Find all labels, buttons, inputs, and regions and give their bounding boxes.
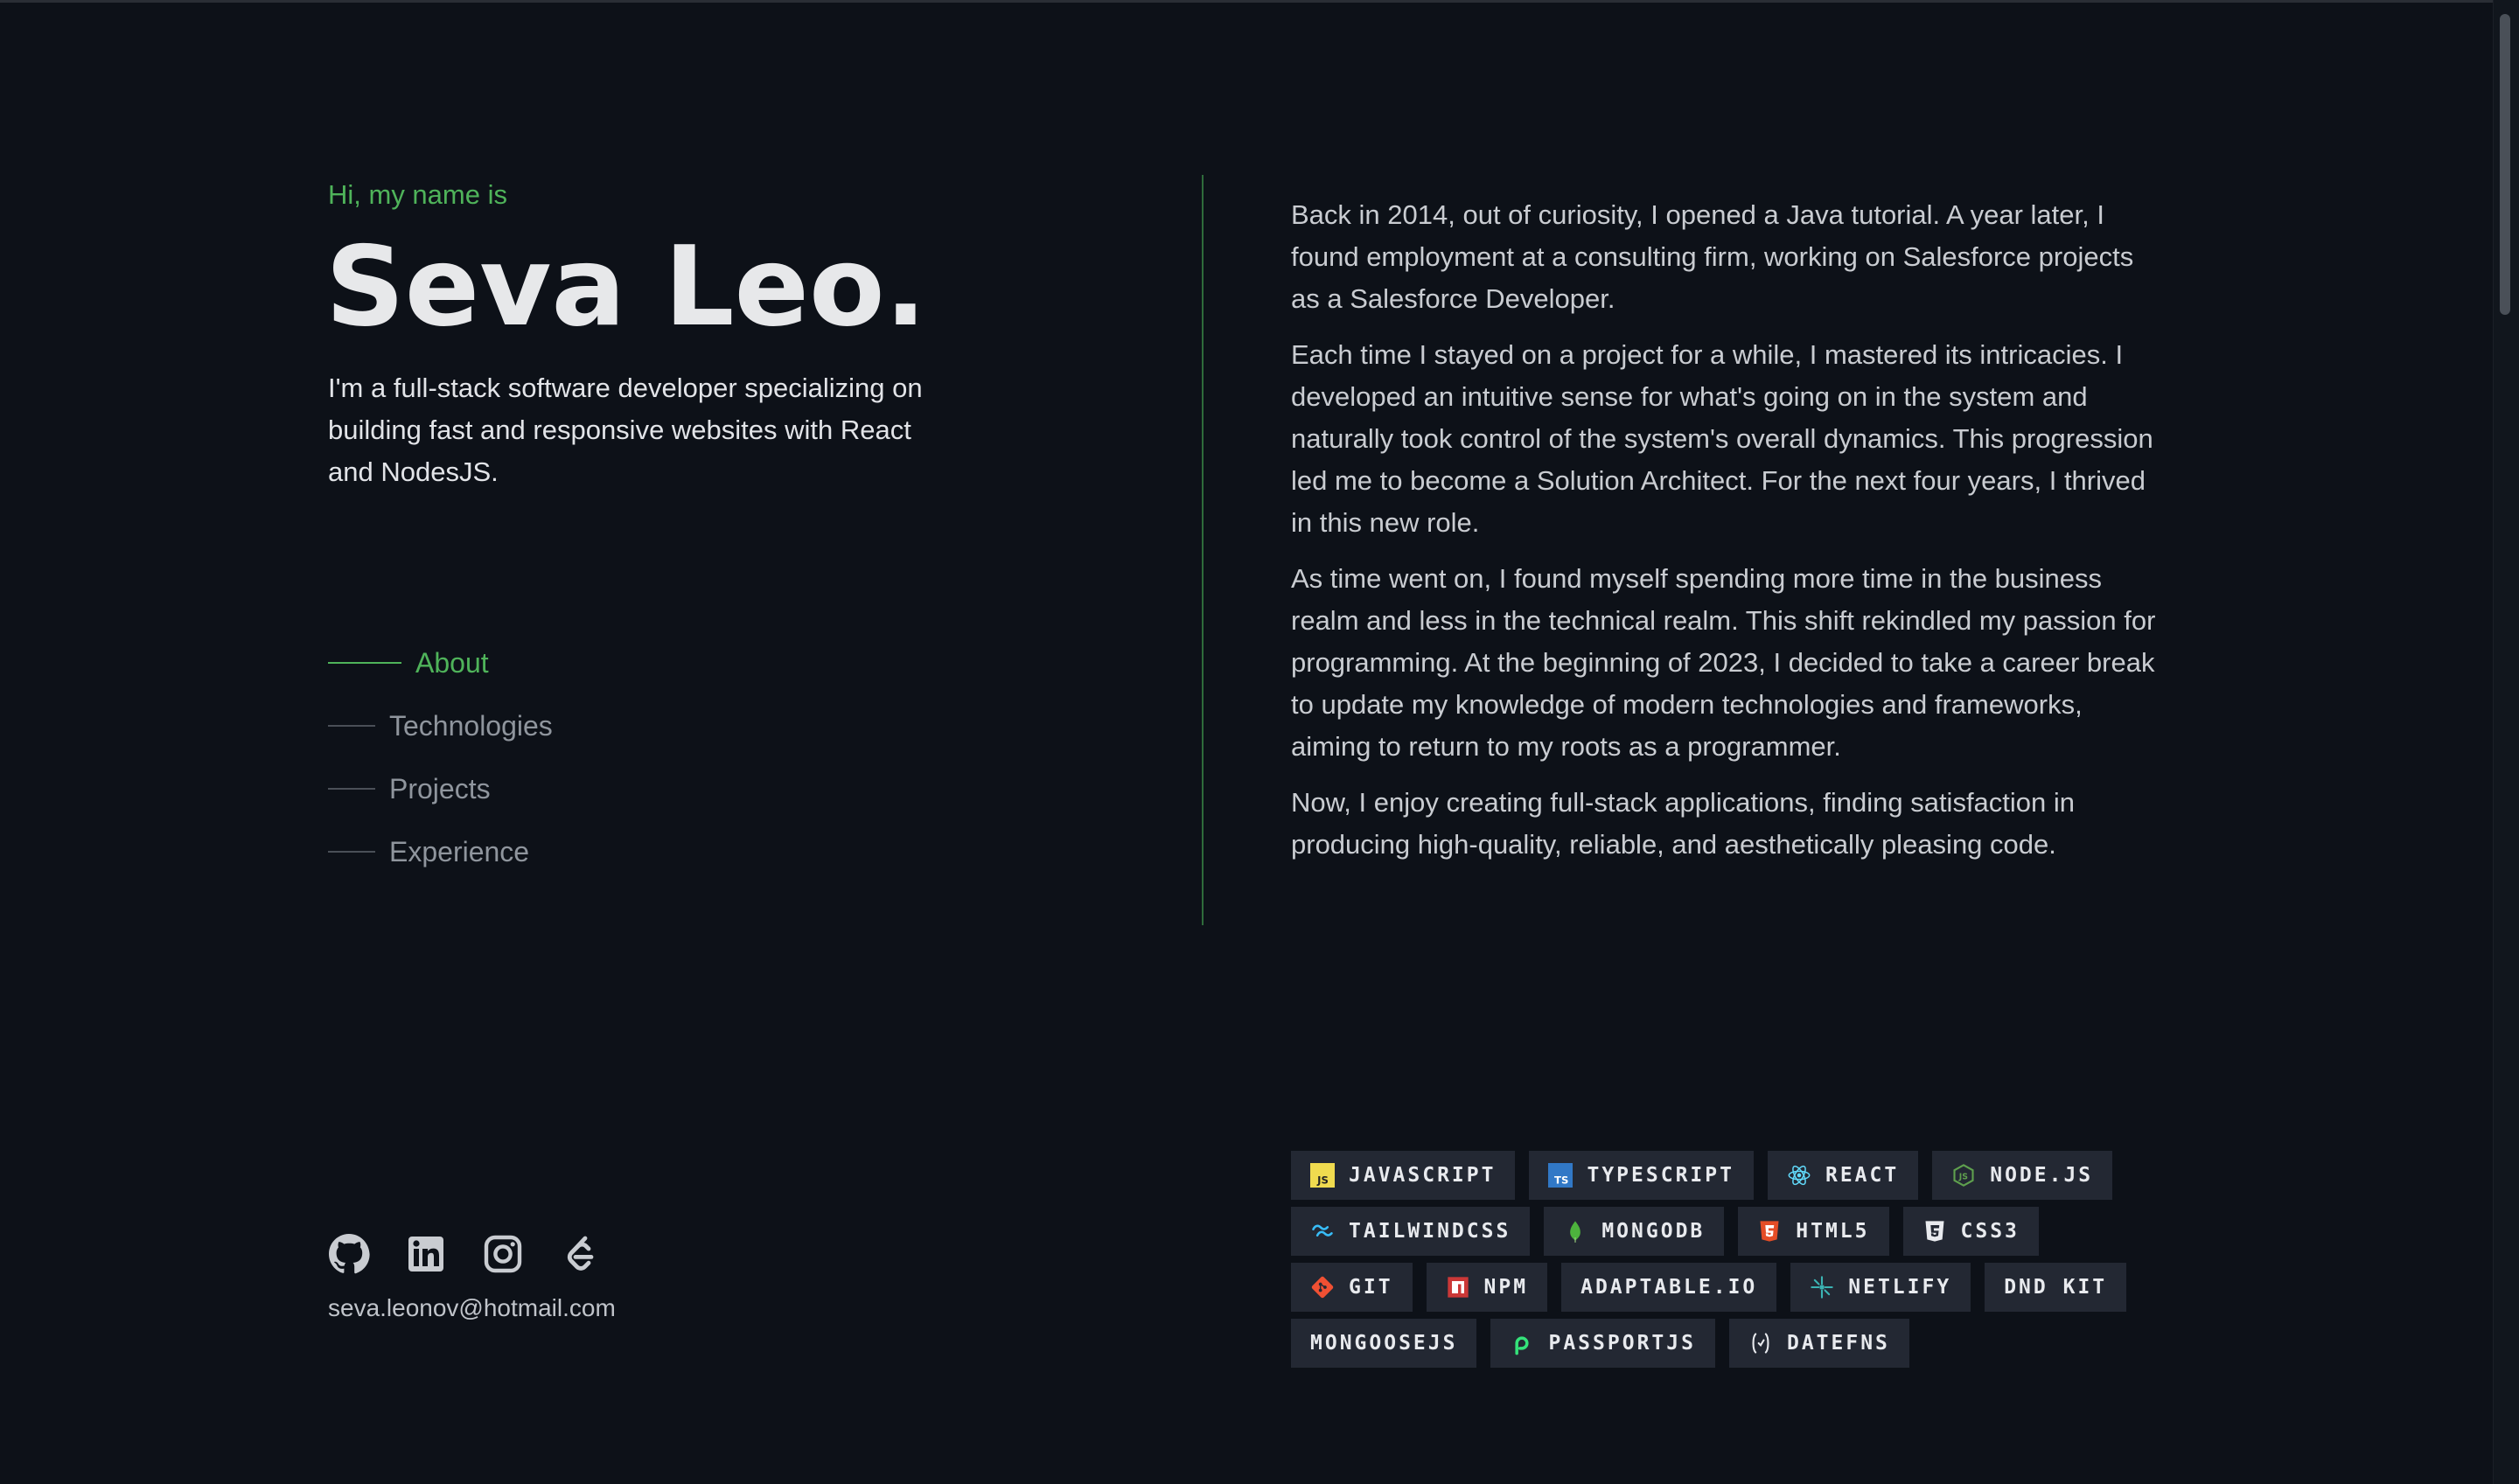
nav-item-label: Projects xyxy=(389,772,491,805)
tech-row: JS JAVASCRIPT TS TYPESCRIPT REACT JS NOD… xyxy=(1291,1151,2131,1200)
nav-item-projects[interactable]: Projects xyxy=(328,757,553,820)
svg-text:JS: JS xyxy=(1958,1173,1968,1182)
react-icon xyxy=(1787,1163,1811,1188)
css3-icon xyxy=(1922,1219,1947,1244)
window-top-border xyxy=(0,0,2519,3)
tech-chip-mongoosejs: MONGOOSEJS xyxy=(1291,1319,1477,1368)
tech-chip-label: TAILWINDCSS xyxy=(1349,1220,1511,1243)
email-link[interactable]: seva.leonov@hotmail.com xyxy=(328,1294,616,1322)
vertical-divider xyxy=(1202,175,1204,925)
section-nav: About Technologies Projects Experience xyxy=(328,631,553,883)
passport-icon xyxy=(1510,1331,1534,1355)
tech-chip-npm: NPM xyxy=(1426,1263,1548,1312)
svg-text:TS: TS xyxy=(1554,1174,1568,1186)
nodejs-icon: JS xyxy=(1951,1163,1976,1188)
mongodb-icon xyxy=(1563,1219,1587,1244)
about-paragraph: Each time I stayed on a project for a wh… xyxy=(1291,339,2153,538)
about-section: Back in 2014, out of curiosity, I opened… xyxy=(1291,194,2157,880)
tailwind-icon xyxy=(1310,1219,1335,1244)
typescript-icon: TS xyxy=(1548,1163,1574,1188)
netlify-icon xyxy=(1810,1275,1834,1299)
nav-indicator-line xyxy=(328,662,401,664)
nav-indicator-line xyxy=(328,788,375,790)
tech-chip-dndkit: DND KIT xyxy=(1985,1263,2127,1312)
about-paragraph: Back in 2014, out of curiosity, I opened… xyxy=(1291,199,2134,314)
tech-chip-git: GIT xyxy=(1291,1263,1413,1312)
tech-chip-nodejs: JS NODE.JS xyxy=(1932,1151,2113,1200)
leetcode-icon[interactable] xyxy=(559,1233,601,1275)
social-links xyxy=(328,1233,636,1275)
tagline: I'm a full-stack software developer spec… xyxy=(328,373,923,487)
github-icon[interactable] xyxy=(328,1233,370,1275)
git-icon xyxy=(1310,1275,1335,1299)
tech-chip-label: GIT xyxy=(1349,1276,1393,1299)
tech-chip-tailwindcss: TAILWINDCSS xyxy=(1291,1207,1531,1256)
technologies-list: JS JAVASCRIPT TS TYPESCRIPT REACT JS NOD… xyxy=(1291,1151,2131,1375)
tech-row: GIT NPM ADAPTABLE.IO NETLIFY DND KIT xyxy=(1291,1263,2131,1312)
nav-item-label: Experience xyxy=(389,835,530,867)
tech-chip-react: REACT xyxy=(1767,1151,1919,1200)
tech-chip-label: DATEFNS xyxy=(1786,1332,1890,1355)
tech-chip-label: PASSPORTJS xyxy=(1548,1332,1696,1355)
javascript-icon: JS xyxy=(1310,1163,1335,1188)
tech-chip-netlify: NETLIFY xyxy=(1790,1263,1971,1312)
page-title: Seva Leo. xyxy=(325,222,927,351)
nav-item-about[interactable]: About xyxy=(328,631,553,694)
tech-chip-label: NODE.JS xyxy=(1990,1164,2094,1187)
tech-chip-label: NETLIFY xyxy=(1848,1276,1952,1299)
tech-chip-css3: CSS3 xyxy=(1902,1207,2039,1256)
html5-icon xyxy=(1757,1219,1782,1244)
nav-indicator-line xyxy=(328,851,375,853)
tech-chip-label: NPM xyxy=(1483,1276,1529,1299)
tech-chip-label: HTML5 xyxy=(1796,1220,1870,1243)
nav-item-experience[interactable]: Experience xyxy=(328,820,553,883)
datefns-icon xyxy=(1748,1331,1773,1355)
tech-chip-label: JAVASCRIPT xyxy=(1349,1164,1497,1187)
tech-chip-label: MONGOOSEJS xyxy=(1310,1332,1458,1355)
about-paragraph: Now, I enjoy creating full-stack applica… xyxy=(1291,787,2076,860)
instagram-icon[interactable] xyxy=(482,1233,524,1275)
tech-chip-label: TYPESCRIPT xyxy=(1587,1164,1734,1187)
tech-row: MONGOOSEJS PASSPORTJS DATEFNS xyxy=(1291,1319,2131,1368)
tech-chip-html5: HTML5 xyxy=(1738,1207,1889,1256)
about-paragraph: As time went on, I found myself spending… xyxy=(1291,563,2156,762)
tech-chip-typescript: TS TYPESCRIPT xyxy=(1529,1151,1754,1200)
nav-indicator-line xyxy=(328,725,375,727)
tech-chip-label: DND KIT xyxy=(2004,1276,2108,1299)
tech-chip-adaptable: ADAPTABLE.IO xyxy=(1561,1263,1777,1312)
tech-chip-label: CSS3 xyxy=(1960,1220,2020,1243)
tech-chip-datefns: DATEFNS xyxy=(1728,1319,1909,1368)
tech-chip-passportjs: PASSPORTJS xyxy=(1490,1319,1715,1368)
greeting: Hi, my name is xyxy=(328,179,507,210)
nav-item-label: About xyxy=(415,646,489,679)
tech-chip-label: REACT xyxy=(1825,1164,1900,1187)
tech-chip-javascript: JS JAVASCRIPT xyxy=(1291,1151,1516,1200)
tech-row: TAILWINDCSS MONGODB HTML5 CSS3 xyxy=(1291,1207,2131,1256)
nav-item-label: Technologies xyxy=(389,709,553,742)
nav-item-technologies[interactable]: Technologies xyxy=(328,694,553,757)
npm-icon xyxy=(1446,1275,1470,1299)
linkedin-icon[interactable] xyxy=(405,1233,447,1275)
scrollbar-thumb[interactable] xyxy=(2500,14,2510,315)
svg-text:JS: JS xyxy=(1316,1174,1329,1186)
tech-chip-label: ADAPTABLE.IO xyxy=(1580,1276,1758,1299)
tech-chip-mongodb: MONGODB xyxy=(1544,1207,1725,1256)
tech-chip-label: MONGODB xyxy=(1601,1220,1706,1243)
